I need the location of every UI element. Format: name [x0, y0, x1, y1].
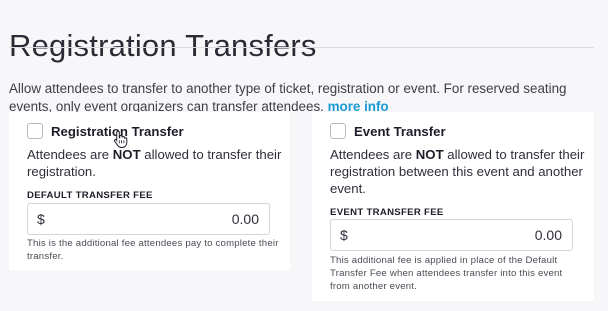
- currency-symbol: $: [37, 211, 45, 227]
- desc-prefix: Attendees are: [27, 147, 113, 162]
- intro-text: Allow attendees to transfer to another t…: [9, 80, 601, 116]
- registration-transfer-description: Attendees are NOT allowed to transfer th…: [27, 146, 285, 180]
- default-transfer-fee-help: This is the additional fee attendees pay…: [27, 238, 279, 262]
- fee-amount[interactable]: 0.00: [232, 211, 259, 227]
- desc-emphasis: NOT: [112, 147, 141, 162]
- event-transfer-checkbox[interactable]: [330, 123, 346, 139]
- default-transfer-fee-label: DEFAULT TRANSFER FEE: [27, 190, 153, 201]
- event-transfer-description: Attendees are NOT allowed to transfer th…: [330, 146, 588, 197]
- registration-transfer-card: Registration Transfer Attendees are NOT …: [9, 112, 290, 270]
- hand-pointer-icon: [114, 130, 128, 148]
- currency-symbol: $: [340, 227, 348, 243]
- registration-transfer-toggle[interactable]: Registration Transfer: [27, 123, 184, 139]
- registration-transfer-checkbox[interactable]: [27, 123, 43, 139]
- event-transfer-fee-help: This additional fee is applied in place …: [330, 255, 563, 292]
- desc-prefix: Attendees are: [330, 147, 416, 162]
- event-transfer-toggle[interactable]: Event Transfer: [330, 123, 446, 139]
- intro-body: Allow attendees to transfer to another t…: [9, 81, 567, 115]
- fee-amount[interactable]: 0.00: [535, 227, 562, 243]
- title-divider: [9, 47, 594, 48]
- event-transfer-fee-input[interactable]: $ 0.00: [330, 219, 573, 251]
- default-transfer-fee-input[interactable]: $ 0.00: [27, 203, 270, 235]
- desc-emphasis: NOT: [415, 147, 444, 162]
- event-transfer-label[interactable]: Event Transfer: [354, 124, 446, 139]
- page-title: Registration Transfers: [9, 27, 317, 63]
- event-transfer-fee-label: EVENT TRANSFER FEE: [330, 207, 444, 218]
- event-transfer-card: Event Transfer Attendees are NOT allowed…: [312, 112, 594, 301]
